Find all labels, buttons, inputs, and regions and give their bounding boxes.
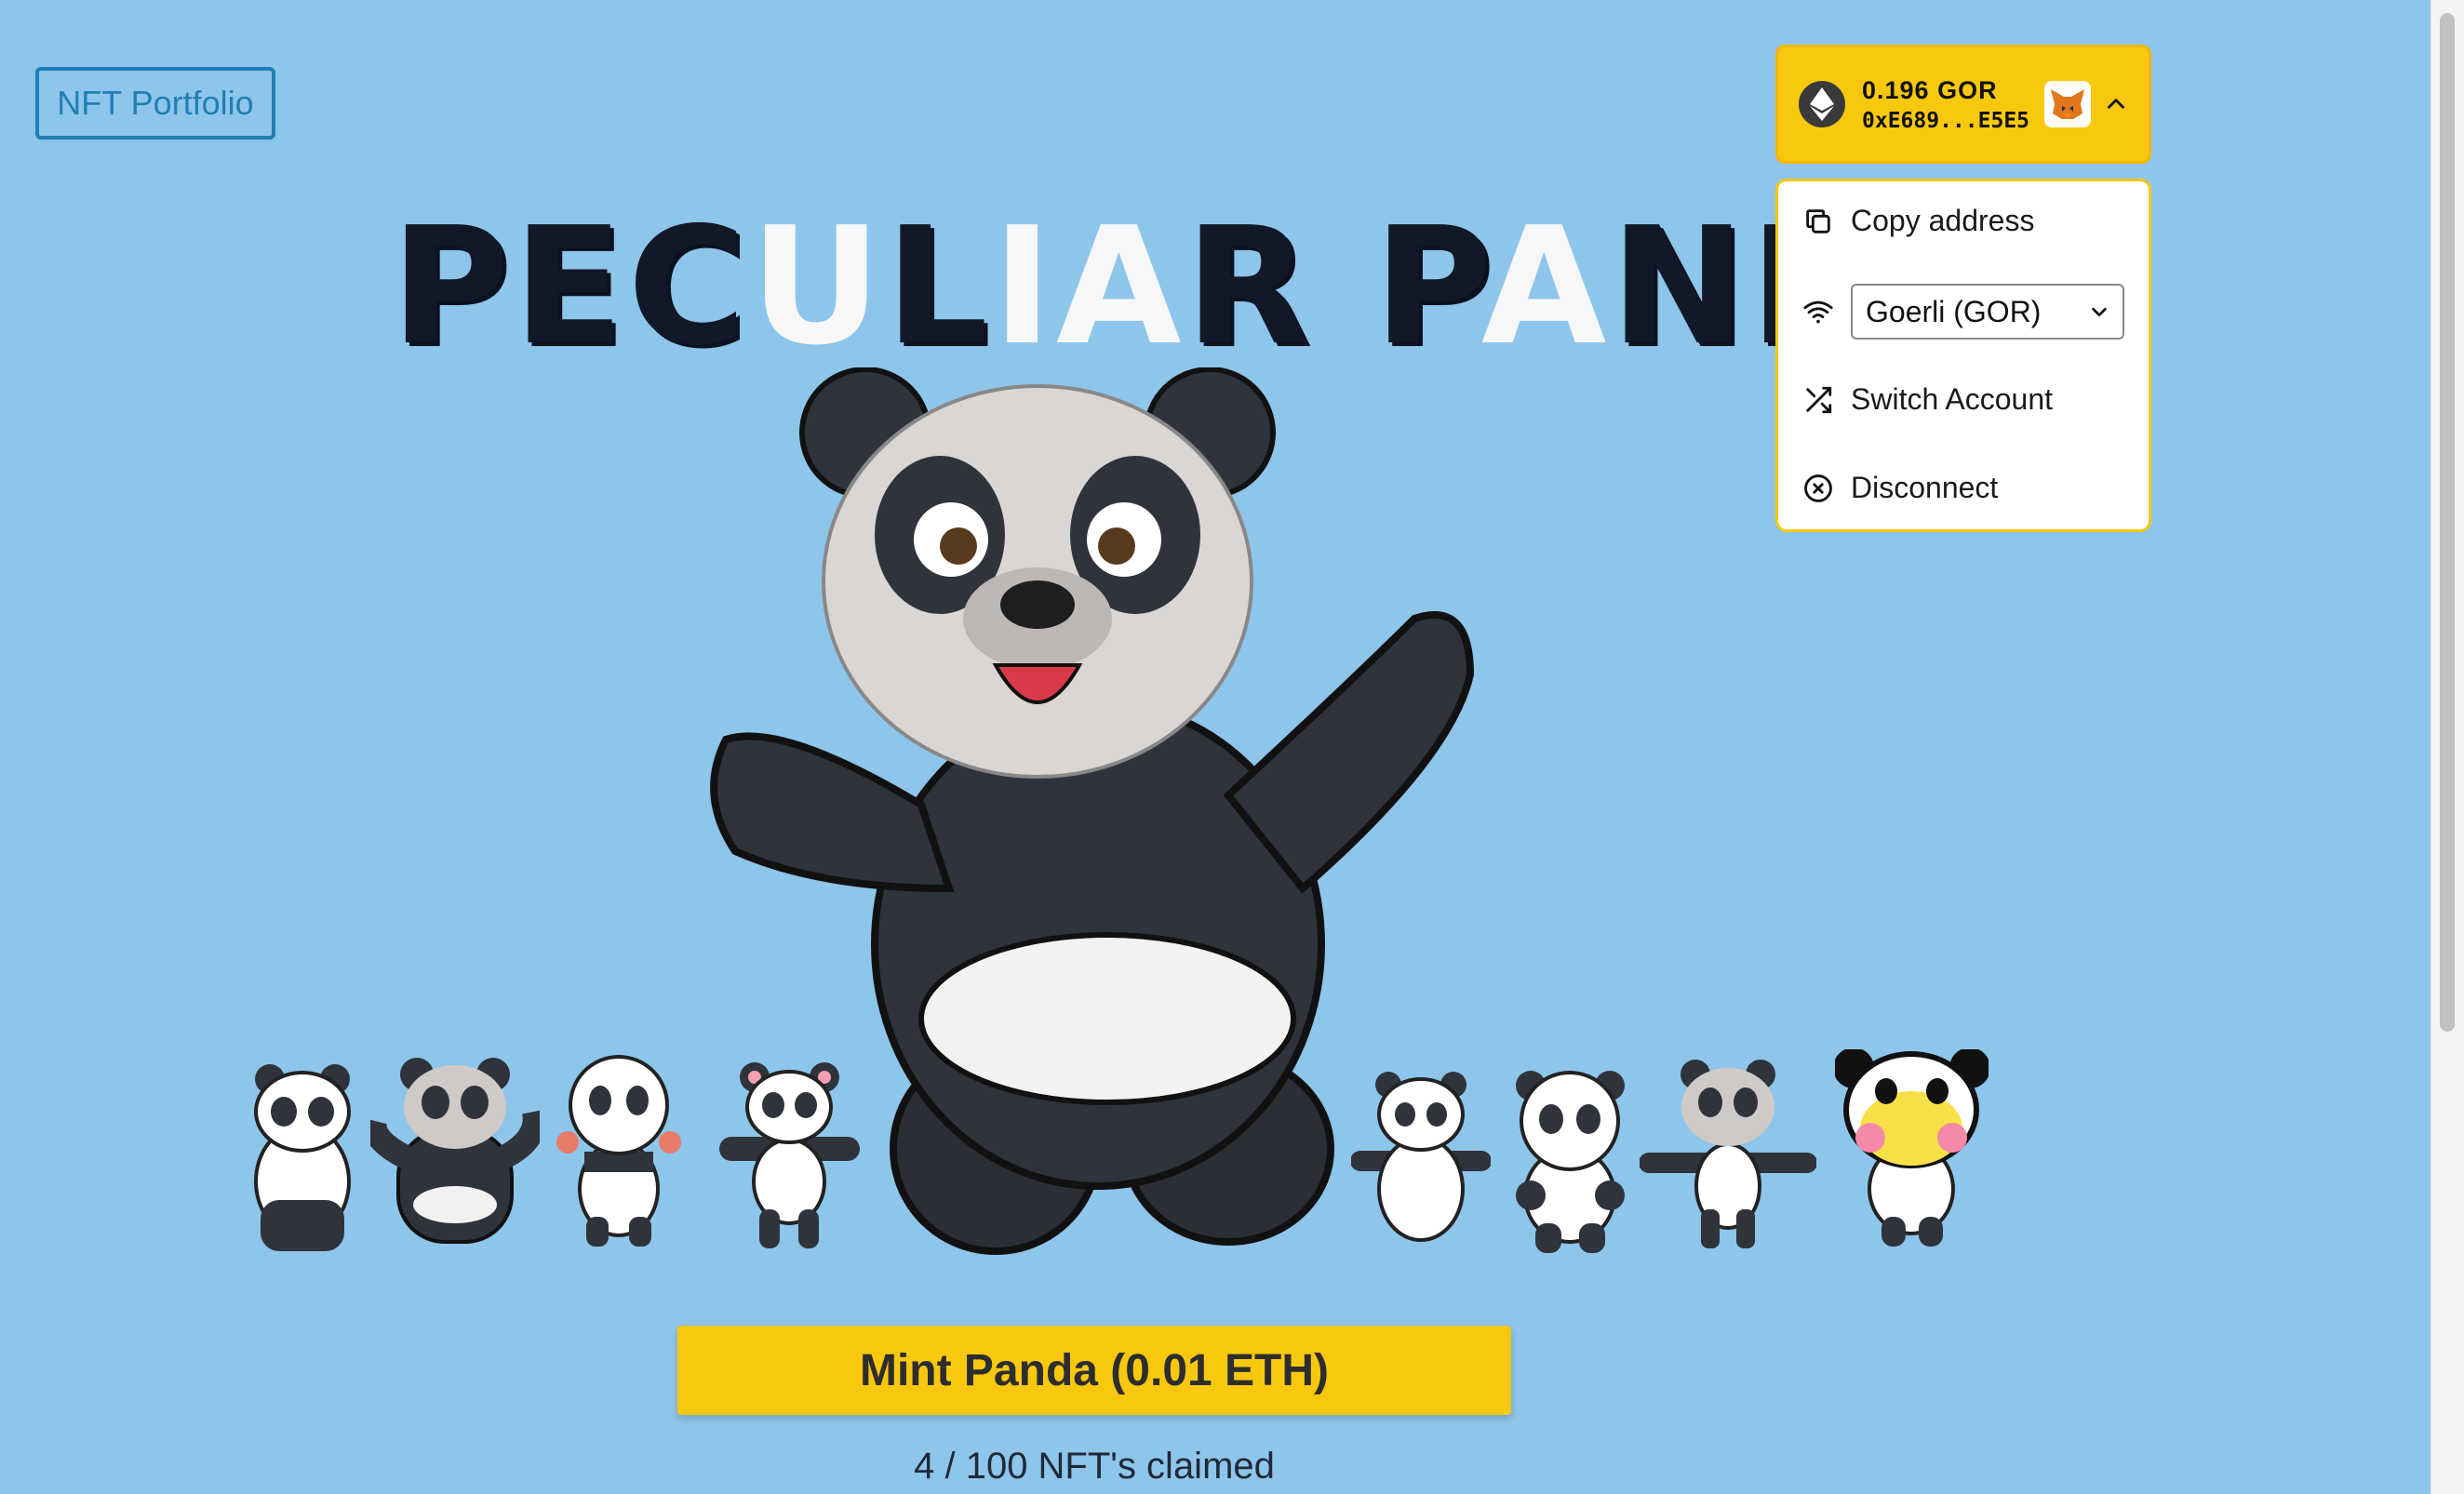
panda-thumbnail [1351, 1072, 1491, 1242]
claimed-count: 4 / 100 NFT's claimed [914, 1446, 1275, 1487]
chevron-down-icon [2092, 307, 2107, 317]
panda-thumbnail [1835, 1049, 1989, 1247]
chevron-up-icon [2108, 99, 2124, 109]
wallet-address: 0xE689...E5E5 [1862, 108, 2030, 133]
nft-portfolio-button[interactable]: NFT Portfolio [35, 67, 275, 140]
title-part: A [1056, 193, 1185, 381]
copy-address-button[interactable]: Copy address [1802, 204, 2034, 238]
title-part: U [750, 193, 886, 381]
shuffle-icon [1806, 386, 1832, 413]
copy-icon [1806, 208, 1830, 233]
title-part: R [1185, 193, 1314, 381]
title-part: I [992, 193, 1057, 381]
mint-panda-button[interactable]: Mint Panda (0.01 ETH) [677, 1326, 1511, 1415]
panda-thumbnail [370, 1058, 540, 1244]
wifi-icon [1803, 300, 1833, 324]
title-part: P [1313, 193, 1481, 381]
wallet-connect-button[interactable]: 0.196 GOR 0xE689...E5E5 [1775, 45, 2151, 164]
network-select-value: Goerli (GOR) [1866, 294, 2042, 328]
copy-address-label: Copy address [1851, 204, 2035, 237]
panda-thumbnail [1640, 1060, 1816, 1248]
wallet-dropdown-menu: Copy address Goerli (GOR) Switch Account… [1775, 179, 2151, 532]
close-circle-icon [1804, 474, 1832, 502]
switch-account-label: Switch Account [1851, 382, 2053, 416]
title-part: PEC [391, 193, 751, 381]
title-part: A [1480, 193, 1611, 381]
scrollbar-thumb[interactable] [2440, 13, 2455, 1032]
network-select[interactable]: Goerli (GOR) [1851, 284, 2124, 340]
switch-account-button[interactable]: Switch Account [1802, 382, 2053, 417]
panda-thumbnail [556, 1055, 681, 1247]
disconnect-label: Disconnect [1851, 471, 1999, 504]
title-part: L [885, 193, 993, 381]
disconnect-button[interactable]: Disconnect [1802, 471, 1998, 505]
ethereum-icon [1799, 81, 1845, 127]
panda-thumbnail [719, 1062, 860, 1248]
panda-thumbnail [1516, 1071, 1625, 1253]
panda-thumbnail [254, 1064, 351, 1251]
metamask-fox-icon [2044, 81, 2091, 127]
wallet-balance: 0.196 GOR [1862, 75, 1998, 104]
